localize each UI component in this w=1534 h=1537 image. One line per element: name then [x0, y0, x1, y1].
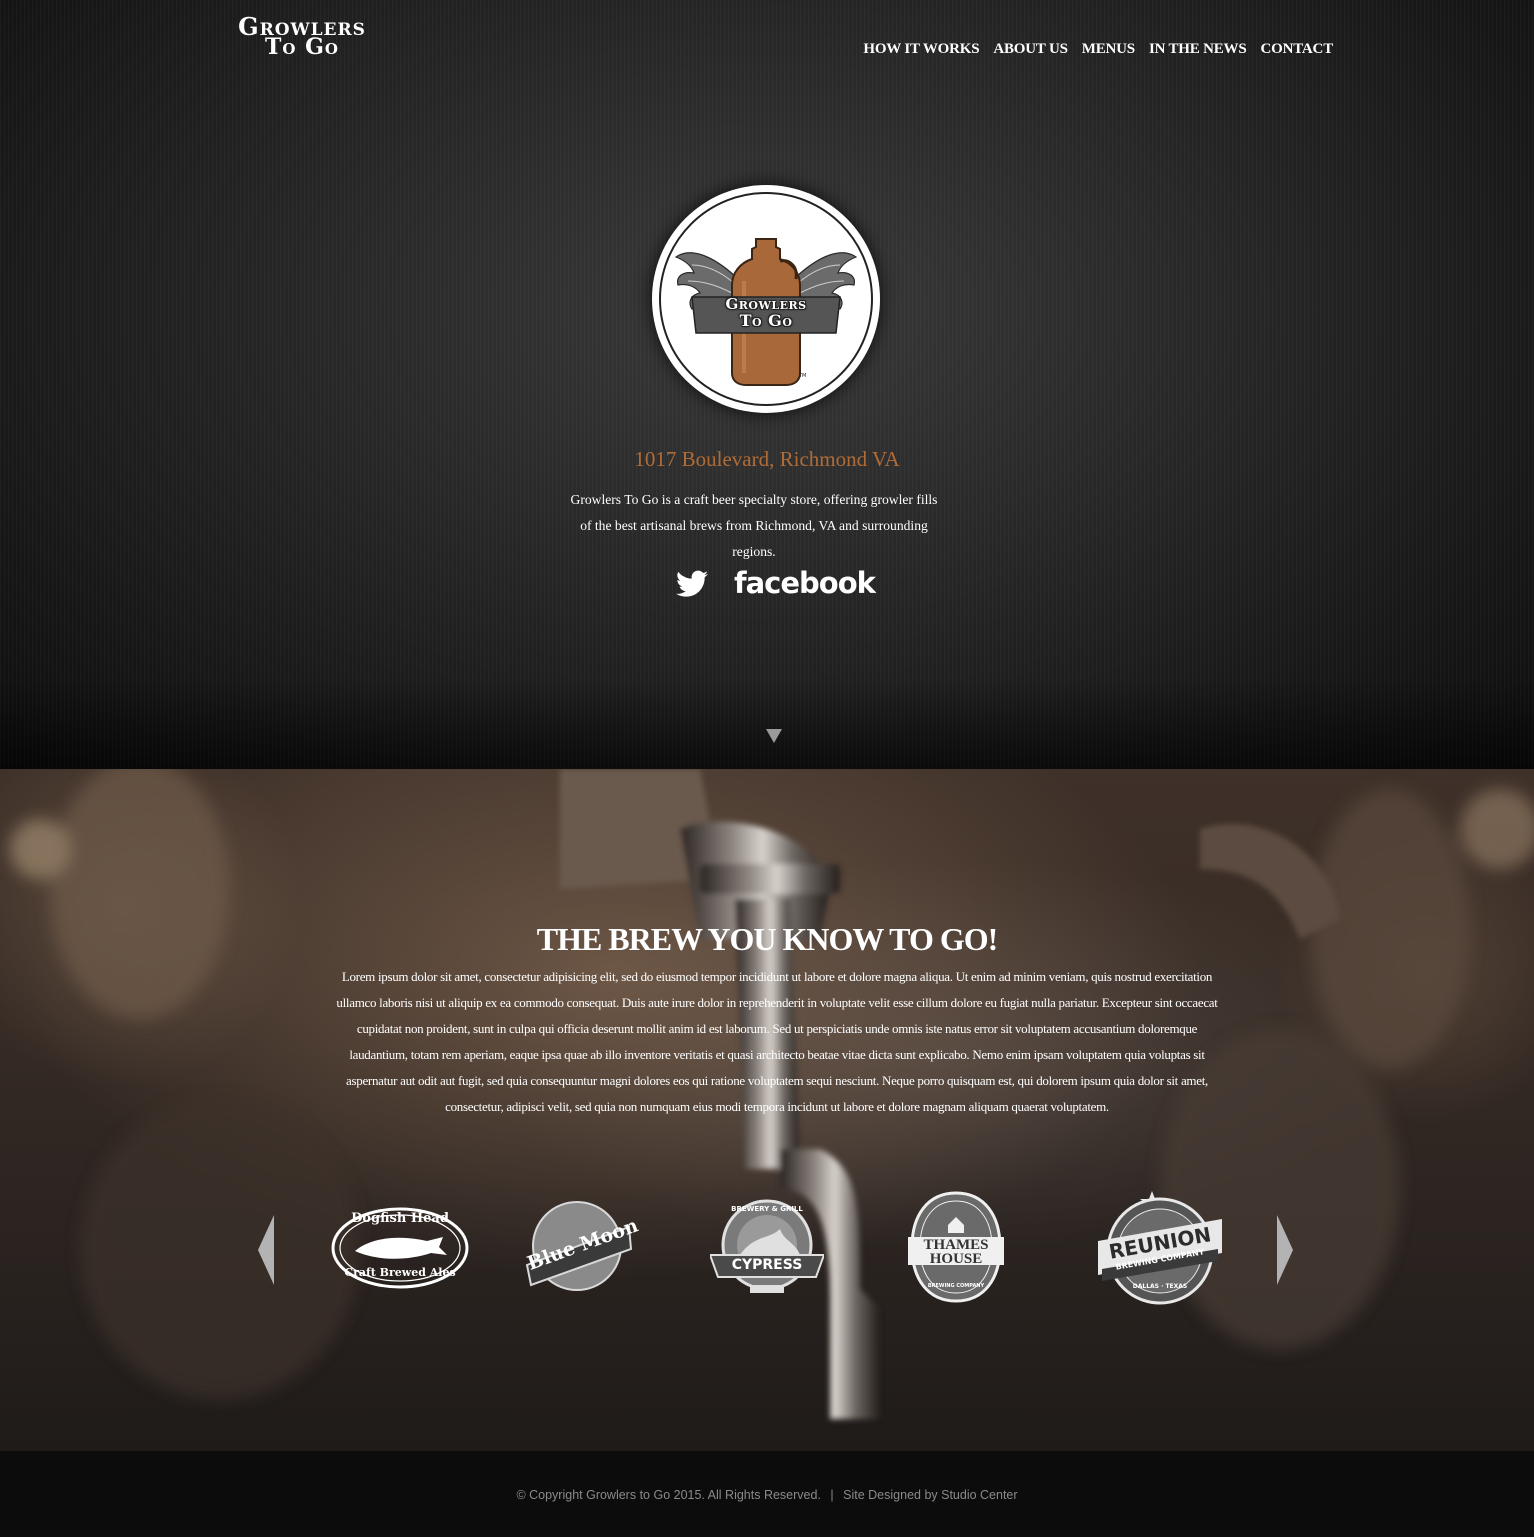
brew-section-title: THE BREW YOU KNOW TO GO! [536, 921, 999, 957]
nav-menus[interactable]: MENUS [1082, 41, 1135, 58]
reunion-location-text: DALLAS · TEXAS [1132, 1283, 1188, 1290]
store-address: 1017 Boulevard, Richmond VA [634, 447, 900, 471]
dogfish-bottom-text: Craft Brewed Ales [344, 1266, 456, 1279]
main-nav: HOW IT WORKS ABOUT US MENUS IN THE NEWS … [863, 41, 1333, 58]
nav-in-the-news[interactable]: IN THE NEWS [1149, 41, 1247, 58]
badge-trademark: TM [799, 373, 807, 379]
brand-logo-blue-moon[interactable]: Blue Moon [524, 1199, 641, 1293]
brand-logo-reunion[interactable]: REUNION BREWING COMPANY DALLAS · TEXAS [1096, 1189, 1224, 1309]
nav-contact[interactable]: CONTACT [1261, 41, 1334, 58]
store-description: Growlers To Go is a craft beer specialty… [570, 492, 938, 559]
footer-separator: | [830, 1488, 834, 1502]
brew-section: THE BREW YOU KNOW TO GO! Lorem ipsum dol… [0, 769, 1534, 1451]
growler-badge-logo: Growlers To Go TM [652, 185, 880, 413]
designer-credit-link[interactable]: Site Designed by Studio Center [843, 1488, 1017, 1502]
twitter-icon[interactable] [676, 570, 708, 598]
carousel-next-arrow-icon[interactable] [1277, 1215, 1293, 1285]
dogfish-top-text: Dogfish Head [351, 1211, 449, 1226]
brand-logo-cypress[interactable]: BREWERY & GRILL CYPRESS [708, 1199, 826, 1301]
hero-section: Growlers To Go HOW IT WORKS ABOUT US MEN… [0, 0, 1534, 769]
logo-line-2: To Go [265, 34, 339, 60]
carousel-prev-arrow-icon[interactable] [258, 1215, 274, 1285]
brew-section-body: Lorem ipsum dolor sit amet, consectetur … [336, 969, 1218, 1114]
footer-text: © Copyright Growlers to Go 2015. All Rig… [0, 1488, 1534, 1502]
cypress-logo-icon [708, 1199, 826, 1293]
site-logo[interactable]: Growlers To Go [202, 15, 402, 62]
nav-about-us[interactable]: ABOUT US [993, 41, 1068, 58]
cypress-top-text: BREWERY & GRILL [731, 1205, 803, 1213]
facebook-link[interactable]: facebook [734, 566, 876, 600]
scroll-down-arrow-icon[interactable] [766, 729, 782, 743]
site-footer: © Copyright Growlers to Go 2015. All Rig… [0, 1451, 1534, 1537]
copyright-text: © Copyright Growlers to Go 2015. All Rig… [516, 1488, 821, 1502]
cypress-name-text: CYPRESS [731, 1257, 803, 1273]
thames-line-2: HOUSE [929, 1251, 983, 1267]
badge-text-line-2: To Go [739, 311, 793, 330]
brand-logo-thames-house[interactable]: THAMES HOUSE BREWING COMPANY [908, 1191, 1004, 1303]
brand-logo-dogfish-head[interactable]: Dogfish Head Craft Brewed Ales [331, 1207, 469, 1289]
nav-how-it-works[interactable]: HOW IT WORKS [863, 41, 979, 58]
thames-sub-text: BREWING COMPANY [927, 1283, 985, 1289]
